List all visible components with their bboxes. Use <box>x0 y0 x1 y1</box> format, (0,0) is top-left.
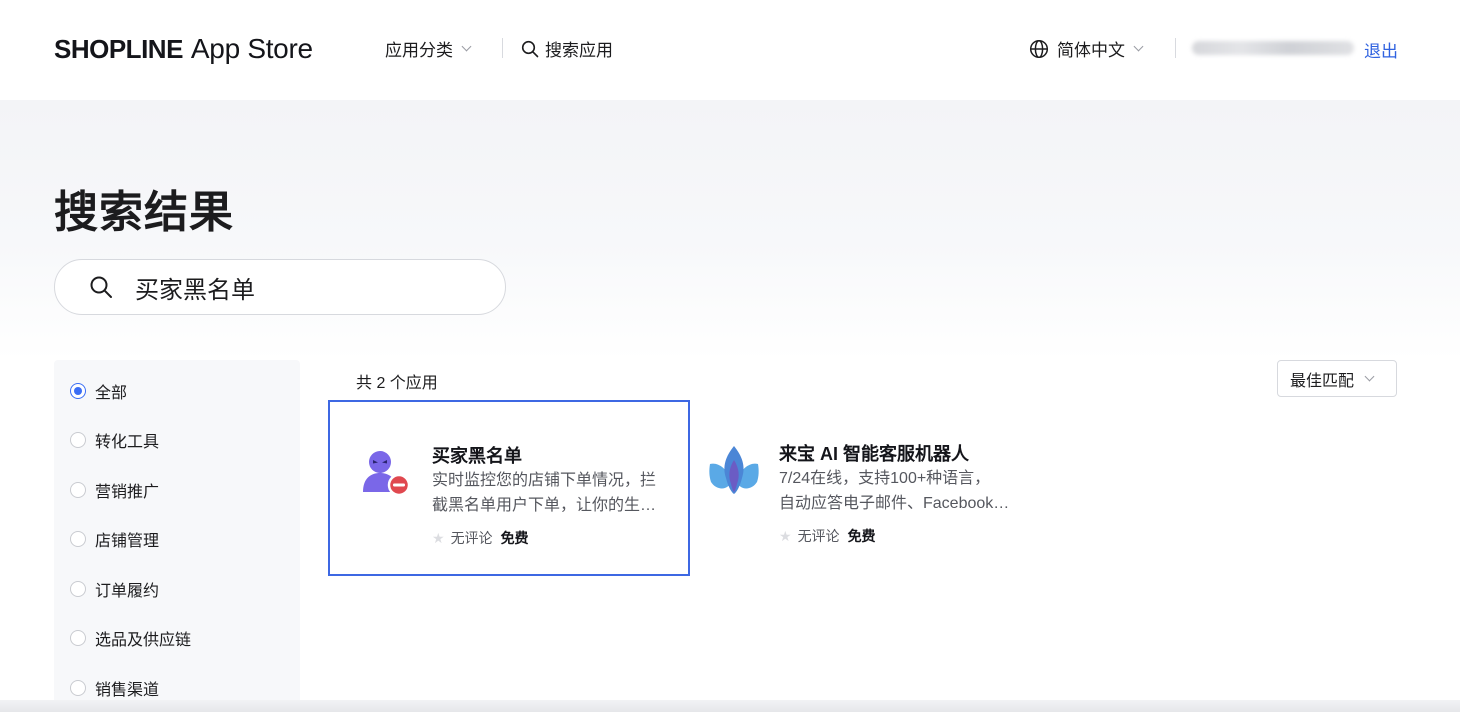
category-label: 全部 <box>95 385 128 402</box>
lotus-logo-icon <box>709 446 759 494</box>
search-icon <box>521 40 539 57</box>
category-label: 店铺管理 <box>95 533 160 550</box>
radio-button[interactable] <box>70 432 86 448</box>
category-label: 转化工具 <box>95 434 160 451</box>
top-header: SHOPLINE App Store 应用分类 搜索应用 简体中文 退出 <box>0 0 1460 100</box>
nav-app-categories[interactable]: 应用分类 <box>385 36 472 61</box>
page-title: 搜索结果 <box>54 188 234 237</box>
app-card[interactable]: 来宝 AI 智能客服机器人 7/24在线，支持100+种语言， 自动应答电子邮件… <box>690 400 1052 576</box>
sort-dropdown[interactable]: 最佳匹配 <box>1277 360 1397 397</box>
nav-categories-label: 应用分类 <box>385 41 453 60</box>
star-icon: ★ <box>779 527 792 544</box>
radio-button[interactable] <box>70 581 86 597</box>
star-icon: ★ <box>432 529 445 546</box>
category-conversion-tools[interactable]: 转化工具 <box>70 428 159 452</box>
blocked-user-icon <box>363 451 411 497</box>
app-card[interactable]: 买家黑名单 实时监控您的店铺下单情况，拦 截黑名单用户下单，让你的生… ★ 无评… <box>328 400 690 576</box>
app-description: 7/24在线，支持100+种语言， 自动应答电子邮件、Facebook… <box>779 466 1011 516</box>
chevron-down-icon <box>1364 371 1375 382</box>
app-description-line: 自动应答电子邮件、Facebook… <box>779 495 1010 512</box>
nav-search-label: 搜索应用 <box>545 41 613 60</box>
category-label: 选品及供应链 <box>95 632 192 649</box>
result-count: 共 2 个应用 <box>356 375 438 392</box>
shopline-logo[interactable]: SHOPLINE App Store <box>54 30 313 68</box>
search-input[interactable] <box>135 273 465 301</box>
globe-icon <box>1029 39 1049 58</box>
radio-button[interactable] <box>70 680 86 696</box>
price-label: 免费 <box>847 528 876 544</box>
nav-divider <box>502 38 503 58</box>
category-sidebar: 全部 转化工具 营销推广 店铺管理 订单履约 选品及供应链 销售渠道 <box>54 360 300 712</box>
bottom-scroll-shadow <box>0 700 1460 712</box>
category-sourcing-supply-chain[interactable]: 选品及供应链 <box>70 626 191 650</box>
app-meta: ★ 无评论 免费 <box>432 528 529 548</box>
review-status: 无评论 <box>797 528 840 544</box>
category-label: 营销推广 <box>95 484 160 501</box>
app-meta: ★ 无评论 免费 <box>779 526 876 546</box>
search-box[interactable] <box>54 259 506 315</box>
review-status: 无评论 <box>450 530 493 546</box>
logo-brand-text: SHOPLINE <box>54 33 183 64</box>
category-label: 订单履约 <box>95 583 160 600</box>
search-icon <box>90 276 112 298</box>
logout-link[interactable]: 退出 <box>1364 37 1398 62</box>
chevron-down-icon <box>461 41 472 52</box>
category-all[interactable]: 全部 <box>70 379 127 403</box>
price-label: 免费 <box>500 530 529 546</box>
app-description-line: 截黑名单用户下单，让你的生… <box>432 497 657 514</box>
chevron-down-icon <box>1133 41 1144 52</box>
radio-button[interactable] <box>70 630 86 646</box>
app-name[interactable]: 来宝 AI 智能客服机器人 <box>779 440 969 466</box>
language-selector[interactable]: 简体中文 <box>1029 36 1144 61</box>
category-store-management[interactable]: 店铺管理 <box>70 527 159 551</box>
category-sales-channels[interactable]: 销售渠道 <box>70 676 159 700</box>
logo-store-text: App Store <box>190 33 313 64</box>
category-marketing[interactable]: 营销推广 <box>70 478 159 502</box>
user-account-name-redacted <box>1192 41 1354 55</box>
category-label: 销售渠道 <box>95 682 160 699</box>
nav-search-apps[interactable]: 搜索应用 <box>521 36 613 61</box>
app-description-line: 7/24在线，支持100+种语言， <box>779 470 991 487</box>
app-description-line: 实时监控您的店铺下单情况，拦 <box>432 472 657 489</box>
language-label: 简体中文 <box>1057 41 1125 60</box>
category-order-fulfillment[interactable]: 订单履约 <box>70 577 159 601</box>
radio-button-selected[interactable] <box>70 383 86 399</box>
nav-divider <box>1175 38 1176 58</box>
radio-button[interactable] <box>70 482 86 498</box>
sort-label: 最佳匹配 <box>1290 372 1355 390</box>
app-name[interactable]: 买家黑名单 <box>432 442 522 468</box>
app-description: 实时监控您的店铺下单情况，拦 截黑名单用户下单，让你的生… <box>432 468 664 518</box>
radio-button[interactable] <box>70 531 86 547</box>
